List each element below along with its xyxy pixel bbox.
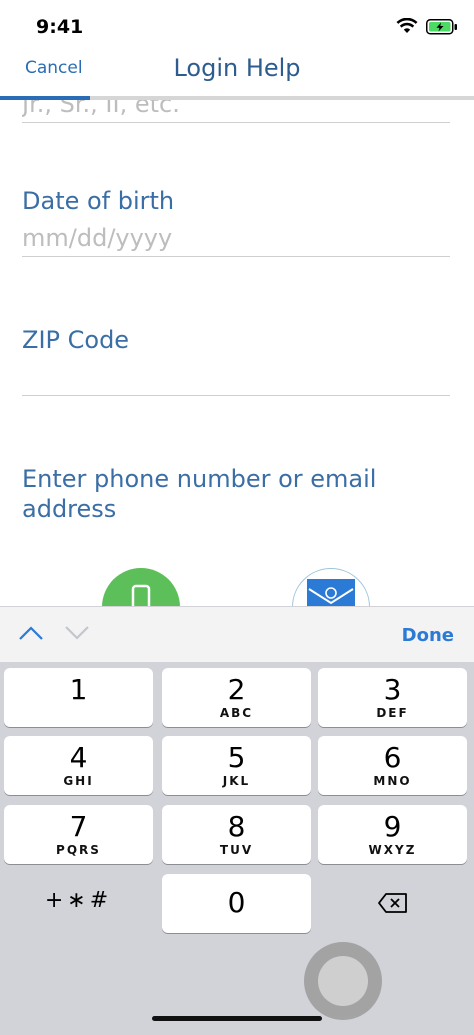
key-letters: DEF xyxy=(376,706,409,720)
phone-icon xyxy=(131,584,151,606)
dob-underline xyxy=(22,256,450,257)
key-9[interactable]: 9 WXYZ xyxy=(318,805,467,864)
key-number: 6 xyxy=(383,741,402,774)
key-0[interactable]: 0 xyxy=(162,874,311,933)
phone-option-button[interactable] xyxy=(102,568,180,606)
delete-icon xyxy=(377,893,407,913)
key-letters: WXYZ xyxy=(368,843,417,857)
assistive-touch-button[interactable] xyxy=(304,942,382,1020)
email-option-button[interactable] xyxy=(292,568,370,606)
key-letters: TUV xyxy=(219,843,254,857)
keyboard-accessory-bar: Done xyxy=(0,606,474,662)
key-number: 1 xyxy=(69,673,88,706)
page-title: Login Help xyxy=(173,54,301,82)
key-number: 0 xyxy=(227,886,246,919)
key-number: 7 xyxy=(69,810,88,843)
status-bar: 9:41 xyxy=(0,0,474,50)
battery-icon xyxy=(426,19,458,39)
key-8[interactable]: 8 TUV xyxy=(162,805,311,864)
key-6[interactable]: 6 MNO xyxy=(318,736,467,795)
wifi-icon xyxy=(396,17,418,38)
key-number: 2 xyxy=(227,673,246,706)
chevron-down-icon[interactable] xyxy=(64,625,90,645)
contact-field: Enter phone number or email address xyxy=(22,464,442,524)
numeric-keypad: 1 2 ABC 3 DEF 4 GHI 5 JKL 6 MNO 7 PQRS 8… xyxy=(0,662,474,1035)
assistive-touch-inner xyxy=(318,956,368,1006)
navigation-bar: Cancel Login Help xyxy=(0,50,474,96)
zip-label: ZIP Code xyxy=(22,326,130,354)
key-number: 3 xyxy=(383,673,402,706)
key-5[interactable]: 5 JKL xyxy=(162,736,311,795)
key-number: 9 xyxy=(383,810,402,843)
key-number: 8 xyxy=(227,810,246,843)
zip-underline xyxy=(22,395,450,396)
suffix-underline xyxy=(22,122,450,123)
status-time: 9:41 xyxy=(36,16,84,38)
key-letters: MNO xyxy=(373,774,412,788)
delete-key[interactable] xyxy=(318,874,467,933)
key-letters: ABC xyxy=(219,706,254,720)
contact-label: Enter phone number or email address xyxy=(22,465,377,523)
form-content: Date of birth ZIP Code Enter phone numbe… xyxy=(0,100,474,606)
zip-field: ZIP Code xyxy=(22,325,450,396)
key-letters: GHI xyxy=(63,774,94,788)
dob-input[interactable] xyxy=(22,220,450,256)
symbols-label: +∗# xyxy=(44,888,113,913)
zip-input[interactable] xyxy=(22,359,450,395)
key-7[interactable]: 7 PQRS xyxy=(4,805,153,864)
key-2[interactable]: 2 ABC xyxy=(162,668,311,727)
dob-label: Date of birth xyxy=(22,187,175,215)
dob-field: Date of birth xyxy=(22,186,450,257)
key-3[interactable]: 3 DEF xyxy=(318,668,467,727)
symbols-key[interactable]: +∗# xyxy=(4,874,153,933)
key-4[interactable]: 4 GHI xyxy=(4,736,153,795)
done-button[interactable]: Done xyxy=(402,625,454,646)
suffix-field xyxy=(22,100,450,123)
key-number: 5 xyxy=(227,741,246,774)
chevron-up-icon[interactable] xyxy=(18,625,44,645)
key-number: 4 xyxy=(69,741,88,774)
suffix-input[interactable] xyxy=(22,100,450,122)
key-1[interactable]: 1 xyxy=(4,668,153,727)
home-indicator[interactable] xyxy=(152,1016,322,1021)
key-letters: PQRS xyxy=(56,843,101,857)
email-icon xyxy=(307,579,355,606)
key-letters: JKL xyxy=(222,774,251,788)
